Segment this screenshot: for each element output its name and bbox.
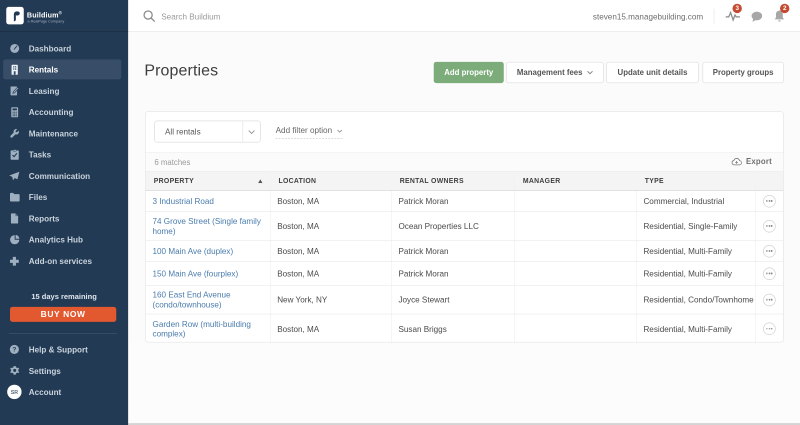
svg-text:SR: SR <box>11 390 19 396</box>
svg-text:?: ? <box>12 347 16 354</box>
